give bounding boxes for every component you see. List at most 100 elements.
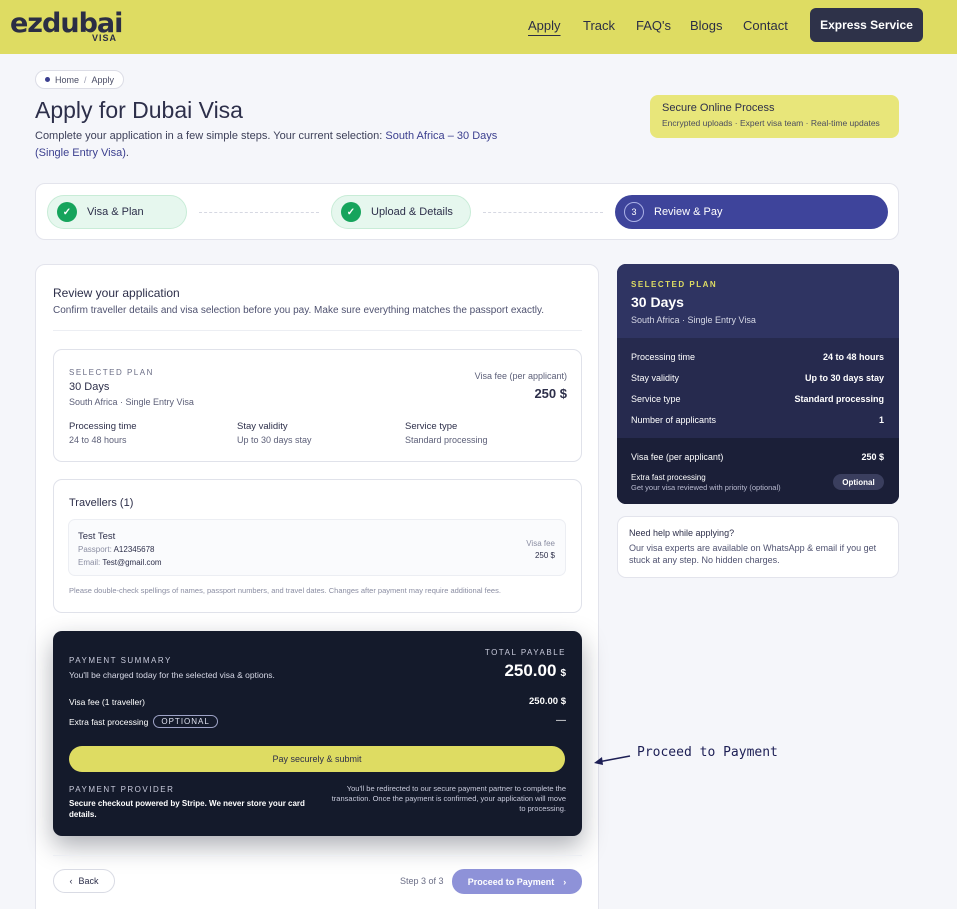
plan-fee-value: 250 $ [534, 386, 567, 401]
side-fee-label: Visa fee (per applicant) [631, 452, 724, 462]
back-button[interactable]: ‹ Back [53, 869, 115, 893]
pay-securely-button[interactable]: Pay securely & submit [69, 746, 565, 772]
page-subtitle: Complete your application in a few simpl… [35, 128, 525, 162]
side-row-value: Standard processing [794, 394, 884, 404]
nav-contact[interactable]: Contact [743, 18, 788, 33]
step-visa-plan[interactable]: ✓ Visa & Plan [47, 195, 187, 229]
side-row: Service type Standard processing [631, 394, 884, 404]
secure-title: Secure Online Process [662, 102, 775, 114]
traveller-name: Test Test [78, 531, 116, 542]
breadcrumb-home[interactable]: Home [55, 75, 79, 85]
logo-subtitle: VISA [92, 33, 118, 43]
breadcrumb: Home / Apply [35, 70, 125, 89]
step-counter: Step 3 of 3 [400, 876, 444, 886]
side-row-value: Up to 30 days stay [804, 373, 884, 383]
breadcrumb-separator: / [84, 74, 87, 85]
side-details: Processing time 24 to 48 hours Stay valid… [617, 338, 899, 438]
side-extra-label: Extra fast processing [631, 473, 706, 482]
chevron-right-icon: › [563, 876, 567, 887]
site-header: ezdubai VISA Apply Track FAQ's Blogs Con… [0, 0, 957, 54]
total-currency: $ [560, 668, 566, 679]
travellers-box: Travellers (1) Test Test Passport: A1234… [53, 479, 582, 613]
fee-value: 250.00 $ [529, 696, 566, 707]
total-payable: 250.00 $ [504, 661, 566, 681]
plan-fee-label: Visa fee (per applicant) [474, 371, 567, 381]
service-label: Service type [405, 421, 458, 432]
total-caption: TOTAL PAYABLE [484, 648, 566, 657]
secure-subtitle: Encrypted uploads · Expert visa team · R… [662, 118, 880, 128]
step-upload-details[interactable]: ✓ Upload & Details [331, 195, 471, 229]
step-connector [199, 212, 319, 213]
express-service-button[interactable]: Express Service [810, 8, 923, 42]
arrow-left-icon [594, 755, 631, 765]
step-label: Upload & Details [371, 206, 453, 218]
divider [53, 330, 582, 331]
side-fee-value: 250 $ [861, 452, 884, 462]
passport-value: A12345678 [113, 545, 155, 554]
redirect-text: You'll be redirected to our secure payme… [331, 784, 566, 813]
selected-plan-box: SELECTED PLAN 30 Days South Africa · Sin… [53, 349, 582, 462]
step-label: Visa & Plan [87, 206, 144, 218]
side-plan-detail: South Africa · Single Entry Visa [631, 315, 756, 325]
plan-caption: SELECTED PLAN [69, 368, 154, 377]
optional-badge[interactable]: OPTIONAL [153, 715, 218, 728]
help-text: Our visa experts are available on WhatsA… [629, 543, 877, 565]
side-row-label: Processing time [631, 352, 696, 362]
review-card: Review your application Confirm travelle… [35, 264, 599, 909]
email-line: Email: Test@gmail.com [78, 558, 162, 567]
side-row-label: Number of applicants [631, 415, 717, 425]
plan-detail: South Africa · Single Entry Visa [69, 397, 194, 407]
extra-label: Extra fast processing [69, 716, 149, 727]
step-label: Review & Pay [654, 206, 723, 218]
provider-caption: PAYMENT PROVIDER [69, 785, 175, 794]
secure-process-banner: Secure Online Process Encrypted uploads … [650, 95, 899, 138]
email-label: Email: [78, 558, 101, 567]
side-fee-row: Visa fee (per applicant) 250 $ [631, 452, 884, 462]
side-row: Number of applicants 1 [631, 415, 884, 425]
page-subtitle-prefix: Complete your application in a few simpl… [35, 130, 386, 142]
nav-apply[interactable]: Apply [528, 18, 561, 33]
help-title: Need help while applying? [629, 528, 735, 538]
plan-name: 30 Days [69, 381, 110, 393]
check-icon: ✓ [57, 202, 77, 222]
progress-stepper: ✓ Visa & Plan ✓ Upload & Details 3 Revie… [35, 183, 899, 240]
back-label: Back [78, 876, 99, 886]
side-plan-name: 30 Days [631, 294, 684, 310]
side-row-value: 24 to 48 hours [822, 352, 884, 362]
extra-value: — [556, 715, 566, 726]
traveller-row[interactable]: Test Test Passport: A12345678 Email: Tes… [68, 519, 566, 576]
validity-label: Stay validity [237, 421, 288, 432]
optional-toggle[interactable]: Optional [833, 474, 884, 490]
breadcrumb-dot-icon [45, 77, 50, 82]
email-value: Test@gmail.com [102, 558, 162, 567]
proceed-to-payment-button[interactable]: Proceed to Payment › [452, 869, 582, 894]
proceed-label: Proceed to Payment [467, 876, 555, 887]
side-fee-section: Visa fee (per applicant) 250 $ Extra fast… [617, 438, 899, 504]
processing-label: Processing time [69, 421, 137, 432]
nav-faqs[interactable]: FAQ's [636, 18, 671, 33]
chevron-left-icon: ‹ [69, 876, 73, 886]
side-row: Stay validity Up to 30 days stay [631, 373, 884, 383]
traveller-fee-value: 250 $ [534, 551, 555, 560]
service-value: Standard processing [405, 435, 488, 445]
step-review-pay[interactable]: 3 Review & Pay [615, 195, 888, 229]
step-connector [483, 212, 603, 213]
nav-blogs[interactable]: Blogs [690, 18, 723, 33]
extra-processing-row: Extra fast processing OPTIONAL [69, 715, 218, 728]
payment-caption: PAYMENT SUMMARY [69, 656, 172, 665]
payment-summary: PAYMENT SUMMARY You'll be charged today … [53, 631, 582, 836]
side-header: SELECTED PLAN 30 Days South Africa · Sin… [617, 264, 899, 338]
annotation-label: Proceed to Payment [637, 745, 778, 760]
travellers-note: Please double-check spellings of names, … [69, 586, 501, 595]
processing-value: 24 to 48 hours [69, 435, 127, 445]
review-subtitle: Confirm traveller details and visa selec… [53, 305, 544, 316]
travellers-title: Travellers (1) [69, 497, 134, 509]
traveller-fee-label: Visa fee [526, 539, 555, 548]
review-title: Review your application [53, 286, 180, 300]
nav-track[interactable]: Track [583, 18, 615, 33]
plan-summary-sidebar: SELECTED PLAN 30 Days South Africa · Sin… [617, 264, 899, 504]
side-row-label: Service type [631, 394, 681, 404]
passport-label: Passport: [78, 545, 112, 554]
provider-text: Secure checkout powered by Stripe. We ne… [69, 799, 305, 819]
breadcrumb-current: Apply [91, 74, 115, 85]
